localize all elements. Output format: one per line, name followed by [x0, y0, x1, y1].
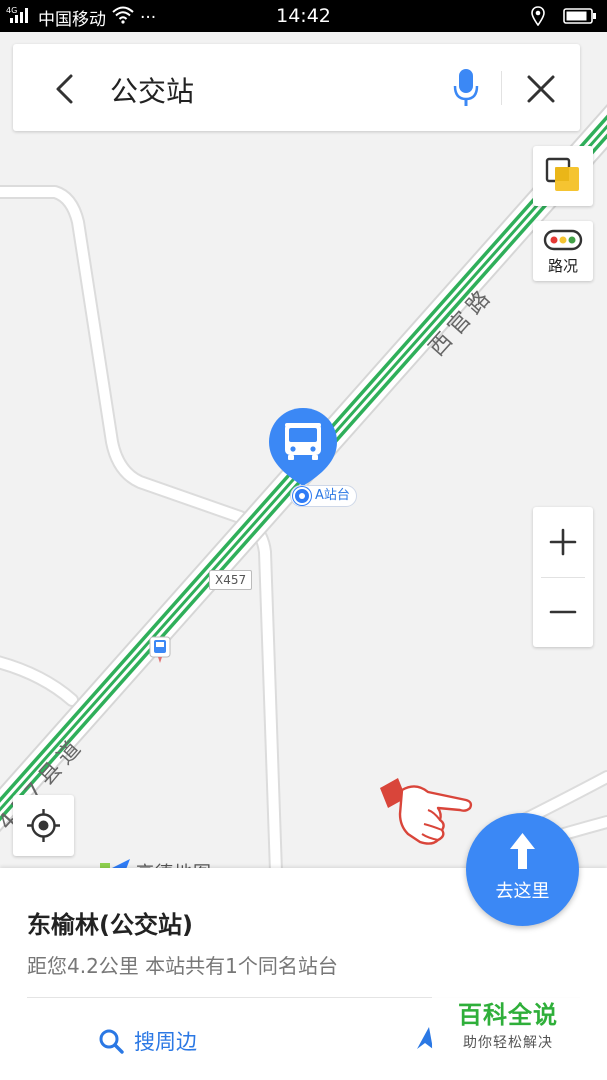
watermark-subtitle: 助你轻松解决 — [463, 1035, 553, 1051]
go-here-label: 去这里 — [495, 881, 550, 902]
layers-icon — [545, 157, 579, 191]
road-shield: X457 — [209, 570, 253, 590]
map-view[interactable]: 西官路 457县道 X457 A站台 — [0, 32, 607, 868]
search-bar: 公交站 — [13, 44, 580, 131]
place-info: 距您4.2公里 本站共有1个同名站台 — [27, 954, 338, 978]
stop-label: A站台 — [315, 488, 350, 503]
stop-dot-icon — [293, 487, 311, 505]
battery-icon — [563, 7, 597, 30]
search-input[interactable]: 公交站 — [110, 70, 194, 110]
amap-logo-icon — [100, 859, 130, 868]
status-time: 14:42 — [276, 5, 331, 27]
microphone-icon[interactable] — [453, 68, 479, 108]
layers-button[interactable] — [533, 146, 593, 206]
search-nearby-label: 搜周边 — [134, 1030, 197, 1054]
amap-logo: 高德地图 — [100, 857, 212, 868]
zoom-out-button[interactable] — [533, 577, 593, 647]
zoom-controls — [533, 507, 593, 647]
traffic-label: 路况 — [547, 257, 578, 275]
small-bus-stop-icon[interactable] — [149, 636, 171, 668]
traffic-light-icon — [543, 229, 583, 251]
logo-text: 高德地图 — [136, 859, 212, 868]
status-bar: 4G 中国移动 ··· 14:42 — [0, 0, 607, 32]
locate-button[interactable] — [13, 795, 74, 856]
place-name: 东榆林(公交站) — [27, 911, 193, 939]
zoom-in-button[interactable] — [533, 507, 593, 577]
location-pin-icon — [531, 6, 545, 31]
status-right — [531, 6, 597, 31]
stop-label-pill[interactable]: A站台 — [290, 485, 357, 507]
back-icon[interactable] — [49, 72, 83, 106]
bus-icon — [285, 423, 321, 460]
traffic-button[interactable]: 路况 — [533, 221, 593, 281]
bus-stop-marker[interactable] — [267, 406, 339, 492]
search-divider — [501, 71, 502, 105]
plus-icon — [549, 528, 577, 556]
close-icon[interactable] — [526, 74, 556, 104]
minus-icon — [549, 610, 577, 614]
pointing-hand-icon — [376, 770, 476, 854]
go-here-button[interactable]: 去这里 — [466, 813, 579, 926]
arrow-up-icon — [510, 833, 535, 869]
watermark: 百科全说 助你轻松解决 — [432, 995, 584, 1055]
search-icon — [99, 1029, 124, 1054]
crosshair-icon — [27, 809, 60, 842]
watermark-title: 百科全说 — [458, 1001, 558, 1029]
search-nearby-button[interactable]: 搜周边 — [98, 1026, 197, 1056]
